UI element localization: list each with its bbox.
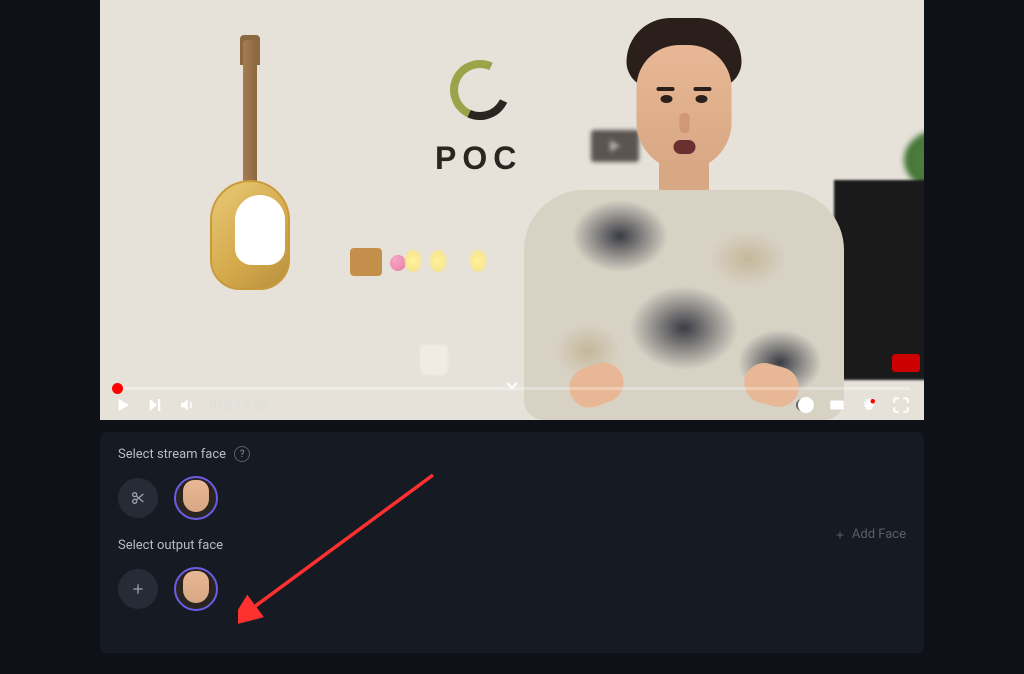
play-icon[interactable] [114,396,132,414]
video-player[interactable]: POC [100,0,924,420]
output-face-row [118,567,906,611]
video-frame: POC [100,0,924,420]
settings-icon[interactable] [860,396,878,414]
fullscreen-icon[interactable] [892,396,910,414]
youtube-badge [892,354,920,372]
cut-face-button[interactable] [118,478,158,518]
help-icon[interactable]: ? [234,446,250,462]
plus-icon [130,581,146,597]
mug-prop [420,345,448,375]
autoplay-toggle[interactable] [796,396,814,414]
output-face-label: Select output face [118,538,906,553]
face-panel: Select stream face ? Select output face [100,432,924,653]
volume-icon[interactable] [178,396,196,414]
next-icon[interactable] [146,396,164,414]
person-in-video [504,10,864,410]
scissors-icon [130,490,146,506]
main-container: POC [0,0,1024,653]
stream-face-row [118,476,906,520]
stream-face-label: Select stream face ? [118,446,906,462]
stream-face-thumbnail[interactable] [174,476,218,520]
video-time-display: 0:02 / 9:32 [210,398,267,412]
add-face-button[interactable]: Add Face [834,527,906,542]
output-face-thumbnail[interactable] [174,567,218,611]
guitar-prop [220,40,280,300]
captions-icon[interactable] [828,396,846,414]
plus-icon [834,529,846,541]
video-controls: 0:02 / 9:32 [100,390,924,420]
add-output-face-button[interactable] [118,569,158,609]
